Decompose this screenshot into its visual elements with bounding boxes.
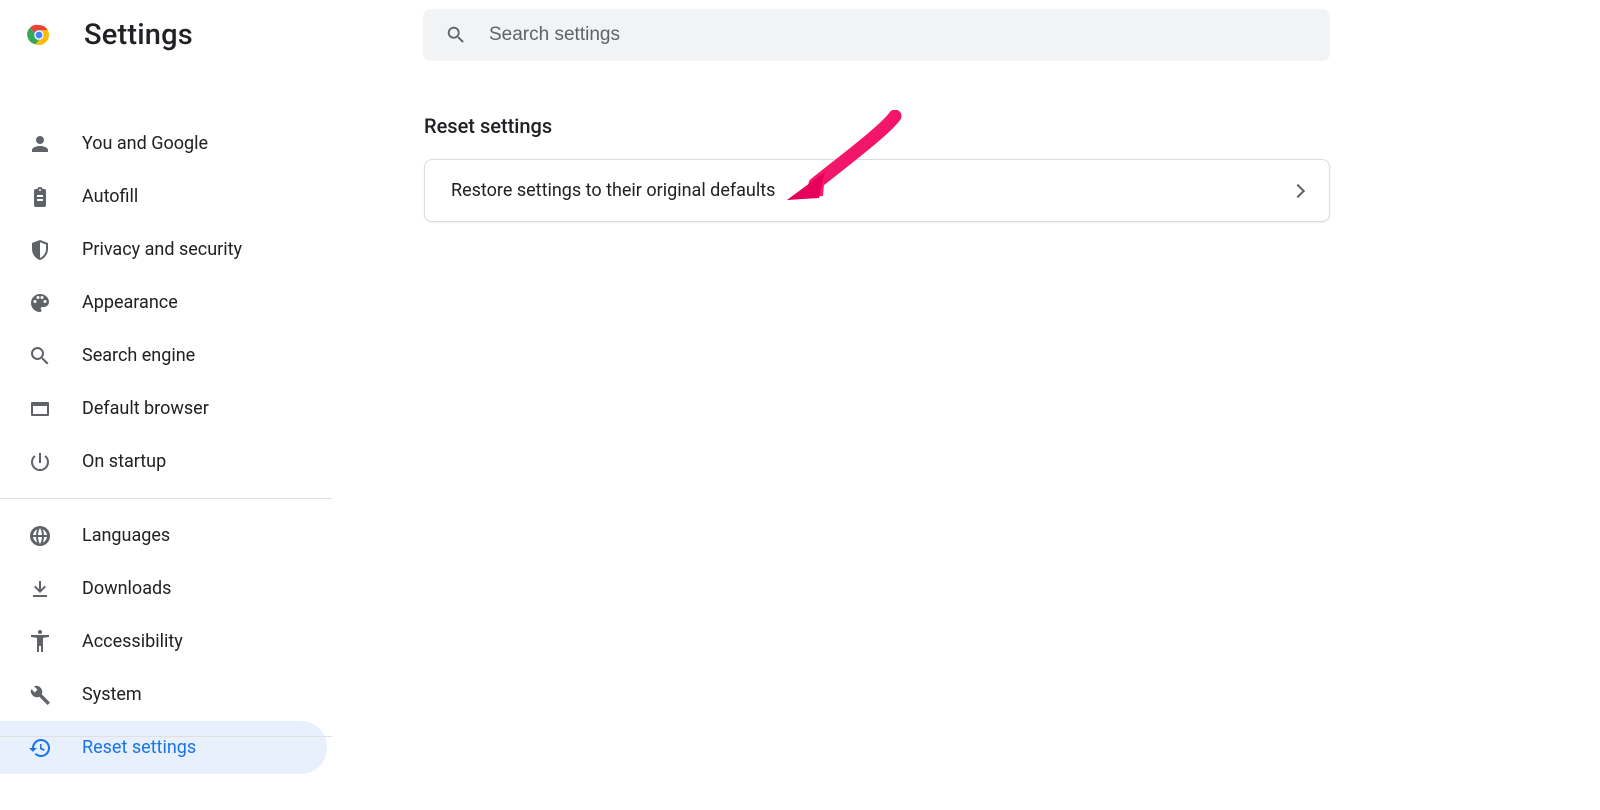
shield-icon bbox=[28, 238, 52, 262]
sidebar-item-label: Autofill bbox=[82, 186, 138, 207]
chrome-logo-icon bbox=[24, 20, 54, 50]
sidebar-item-startup[interactable]: On startup bbox=[0, 435, 327, 488]
power-icon bbox=[28, 450, 52, 474]
sidebar-item-label: Appearance bbox=[82, 292, 178, 313]
sidebar-item-downloads[interactable]: Downloads bbox=[0, 562, 327, 615]
sidebar-item-default-browser[interactable]: Default browser bbox=[0, 382, 327, 435]
sidebar-item-privacy[interactable]: Privacy and security bbox=[0, 223, 327, 276]
restore-defaults-row[interactable]: Restore settings to their original defau… bbox=[425, 160, 1329, 221]
sidebar-item-label: Privacy and security bbox=[82, 239, 242, 260]
sidebar-item-autofill[interactable]: Autofill bbox=[0, 170, 327, 223]
sidebar-item-accessibility[interactable]: Accessibility bbox=[0, 615, 327, 668]
history-icon bbox=[28, 736, 52, 760]
sidebar-item-label: Languages bbox=[82, 525, 170, 546]
sidebar-item-label: You and Google bbox=[82, 133, 208, 154]
sidebar-item-system[interactable]: System bbox=[0, 668, 327, 721]
page-title: Settings bbox=[84, 18, 193, 52]
download-icon bbox=[28, 577, 52, 601]
chevron-right-icon bbox=[1291, 183, 1305, 197]
clipboard-icon bbox=[28, 185, 52, 209]
sidebar-item-label: Search engine bbox=[82, 345, 195, 366]
sidebar-item-reset[interactable]: Reset settings bbox=[0, 721, 327, 774]
sidebar-divider bbox=[0, 498, 332, 499]
wrench-icon bbox=[28, 683, 52, 707]
sidebar-item-search-engine[interactable]: Search engine bbox=[0, 329, 327, 382]
accessibility-icon bbox=[28, 630, 52, 654]
sidebar-bottom-divider bbox=[0, 736, 332, 737]
sidebar-item-appearance[interactable]: Appearance bbox=[0, 276, 327, 329]
sidebar-item-label: Downloads bbox=[82, 578, 171, 599]
sidebar-item-label: System bbox=[82, 684, 142, 705]
sidebar-item-label: Default browser bbox=[82, 398, 209, 419]
sidebar: You and Google Autofill Privacy and secu… bbox=[0, 62, 332, 810]
sidebar-item-you-google[interactable]: You and Google bbox=[0, 117, 327, 170]
sidebar-item-label: Accessibility bbox=[82, 631, 183, 652]
search-icon bbox=[28, 344, 52, 368]
reset-card: Restore settings to their original defau… bbox=[424, 159, 1330, 222]
section-title: Reset settings bbox=[424, 114, 552, 138]
sidebar-item-languages[interactable]: Languages bbox=[0, 509, 327, 562]
restore-defaults-label: Restore settings to their original defau… bbox=[451, 180, 775, 201]
globe-icon bbox=[28, 524, 52, 548]
person-icon bbox=[28, 132, 52, 156]
sidebar-item-label: Reset settings bbox=[82, 737, 196, 758]
header: Settings bbox=[0, 0, 1600, 52]
sidebar-item-label: On startup bbox=[82, 451, 166, 472]
window-icon bbox=[28, 397, 52, 421]
palette-icon bbox=[28, 291, 52, 315]
